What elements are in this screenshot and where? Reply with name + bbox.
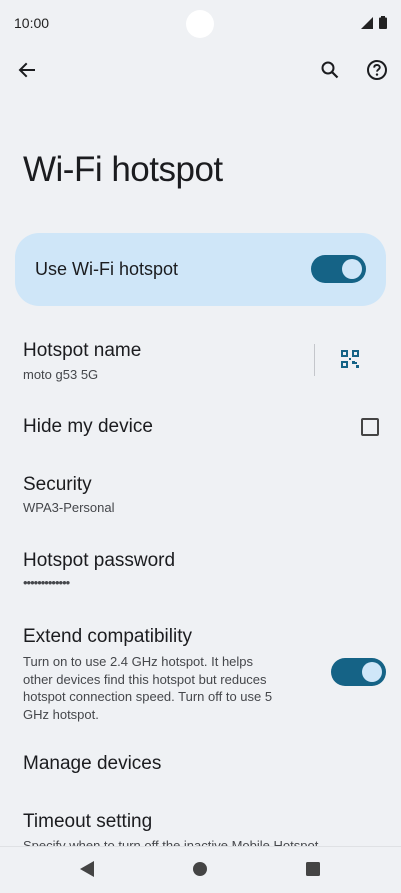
switch-knob: [342, 259, 362, 279]
system-nav-bar: [0, 846, 401, 893]
timeout-title: Timeout setting: [23, 811, 153, 832]
nav-recents-icon[interactable]: [306, 862, 320, 876]
nav-home-icon[interactable]: [193, 862, 207, 876]
back-button[interactable]: [11, 54, 43, 86]
extend-desc-line: other devices find this hotspot but redu…: [23, 671, 267, 687]
arrow-back-icon: [18, 62, 35, 78]
help-button[interactable]: [361, 54, 393, 86]
extend-desc-line: Turn on to use 2.4 GHz hotspot. It helps: [23, 654, 254, 669]
password-title: Hotspot password: [23, 550, 176, 571]
use-hotspot-label: Use Wi-Fi hotspot: [35, 259, 179, 279]
nav-back-icon[interactable]: [80, 861, 94, 877]
hotspot-name-title: Hotspot name: [23, 340, 142, 361]
camera-cutout: [186, 10, 214, 38]
battery-icon: [379, 16, 387, 29]
status-time: 10:00: [14, 15, 50, 31]
extend-desc-line: hotspot connection speed. Turn off to us…: [23, 689, 273, 704]
help-icon: [367, 60, 387, 80]
search-icon: [321, 61, 339, 79]
switch-knob: [362, 662, 382, 682]
hide-device-checkbox[interactable]: [361, 418, 379, 436]
status-bar: 10:00: [0, 0, 401, 48]
top-app-bar: [0, 48, 401, 92]
security-value: WPA3-Personal: [23, 500, 115, 515]
use-hotspot-switch[interactable]: [311, 255, 366, 283]
search-button[interactable]: [314, 54, 346, 86]
qr-code-icon: [341, 350, 359, 368]
divider: [314, 344, 315, 376]
signal-icon: [361, 17, 373, 29]
use-hotspot-card[interactable]: Use Wi-Fi hotspot: [15, 233, 386, 306]
extend-desc-line: GHz hotspot.: [23, 706, 99, 722]
page-title: Wi-Fi hotspot: [23, 150, 223, 189]
extend-compatibility-switch[interactable]: [331, 658, 386, 686]
qr-code-button[interactable]: [334, 343, 366, 375]
extend-title: Extend compatibility: [23, 626, 192, 647]
hotspot-name-value: moto g53 5G: [23, 367, 99, 382]
security-title: Security: [23, 474, 92, 495]
password-value: •••••••••••••: [23, 575, 70, 590]
hide-device-title: Hide my device: [23, 416, 153, 437]
manage-devices-title: Manage devices: [23, 753, 162, 774]
